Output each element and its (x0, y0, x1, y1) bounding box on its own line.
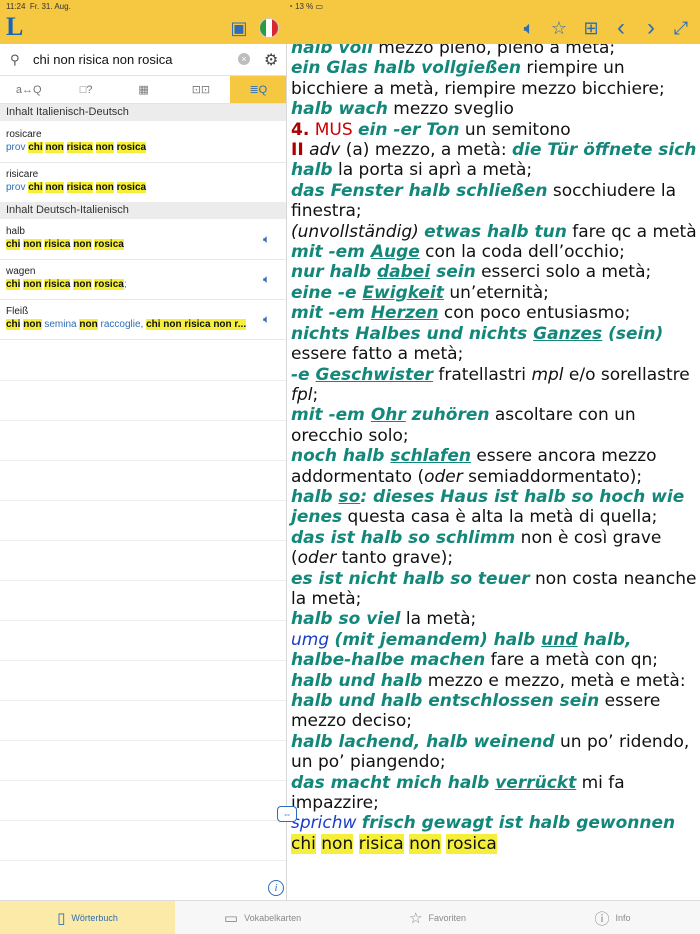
tab-bar: ▯ Wörterbuch ▭ Vokabelkarten ☆ Favoriten… (0, 900, 700, 934)
section-it-de: Inhalt Italienisch-Deutsch (0, 104, 286, 121)
tab-info[interactable]: ⓘ Info (525, 901, 700, 934)
result-phrase: prov chi non risica non rosica (6, 182, 147, 193)
expand-icon[interactable]: ⤢ (670, 17, 692, 39)
add-card-icon[interactable]: ⊞ (580, 17, 602, 39)
search-mode-bar: a↔Q □? ▦ ⊡⊡ ≣Q (0, 76, 286, 104)
tab-vokabelkarten[interactable]: ▭ Vokabelkarten (175, 901, 350, 934)
clear-search-icon[interactable]: × (238, 53, 250, 65)
result-item[interactable]: risicare prov chi non risica non rosica (0, 163, 286, 203)
result-phrase: chi non risica non rosica (6, 239, 124, 250)
mode-fulltext[interactable]: a↔Q (0, 76, 57, 103)
search-icon: ⚲ (10, 52, 20, 67)
top-toolbar: 11:24 Fr. 31. Aug. ◔ 13 % ▭ L ▣ 🔈︎ ☆ ⊞ ‹… (0, 0, 700, 44)
mode-quiz[interactable]: □? (57, 76, 114, 103)
speaker-icon[interactable]: 🔈︎ (263, 272, 270, 287)
result-item[interactable]: wagen chi non risica non rosica; 🔈︎ (0, 260, 286, 300)
app-logo[interactable]: L (6, 14, 28, 40)
divider (0, 420, 286, 421)
divider (0, 660, 286, 661)
result-phrase: chi non semina non raccoglie, chi non ri… (6, 319, 247, 330)
gear-icon[interactable]: ⚙ (264, 50, 278, 70)
status-time: 11:24 Fr. 31. Aug. (6, 2, 71, 11)
forward-icon[interactable]: › (640, 16, 662, 40)
info-icon: ⓘ (594, 910, 610, 928)
tab-label: Info (615, 913, 631, 923)
result-item[interactable]: halb chi non risica non rosica 🔈︎ (0, 220, 286, 260)
speaker-icon[interactable]: 🔈︎ (263, 312, 270, 327)
entry-pane: halb voll mezzo pieno, pieno a metà; ein … (288, 44, 700, 900)
divider (0, 580, 286, 581)
card-icon[interactable]: ▣ (228, 17, 250, 39)
divider (0, 380, 286, 381)
results-pane: ⚲ chi non risica non rosica × ⚙ a↔Q □? ▦… (0, 44, 287, 900)
result-headword: rosicare (6, 129, 42, 140)
result-headword: risicare (6, 169, 39, 180)
divider (0, 860, 286, 861)
back-icon[interactable]: ‹ (610, 16, 632, 40)
result-headword: halb (6, 226, 25, 237)
divider (0, 540, 286, 541)
divider (0, 780, 286, 781)
divider (0, 740, 286, 741)
search-bar: ⚲ chi non risica non rosica × ⚙ (0, 44, 286, 76)
cards-icon: ▭ (223, 910, 239, 927)
result-item[interactable]: rosicare prov chi non risica non rosica (0, 123, 286, 163)
tab-label: Vokabelkarten (244, 913, 302, 923)
mode-compare[interactable]: ⊡⊡ (172, 76, 229, 103)
info-icon[interactable]: i (268, 880, 284, 896)
speaker-icon[interactable]: 🔈︎ (263, 232, 270, 247)
book-icon: ▯ (57, 910, 66, 927)
star-icon: ☆ (409, 910, 423, 927)
search-input[interactable]: chi non risica non rosica (33, 52, 172, 67)
tab-label: Wörterbuch (71, 913, 118, 923)
section-de-it: Inhalt Deutsch-Italienisch (0, 202, 286, 219)
star-plus-icon[interactable]: ☆ (548, 17, 570, 39)
speaker-icon[interactable]: 🔈︎ (518, 17, 540, 39)
divider (0, 500, 286, 501)
dictionary-entry: halb voll mezzo pieno, pieno a metà; ein … (291, 44, 697, 854)
mode-grid[interactable]: ▦ (115, 76, 172, 103)
result-headword: wagen (6, 266, 36, 277)
divider (0, 460, 286, 461)
result-phrase: chi non risica non rosica; (6, 279, 127, 290)
divider (0, 620, 286, 621)
language-flag-icon[interactable] (259, 18, 279, 38)
tab-woerterbuch[interactable]: ▯ Wörterbuch (0, 901, 175, 934)
pane-toggle-icon[interactable]: ⇔ (277, 806, 297, 822)
tab-favoriten[interactable]: ☆ Favoriten (350, 901, 525, 934)
divider (0, 700, 286, 701)
status-bar: 11:24 Fr. 31. Aug. ◔ 13 % ▭ (0, 0, 700, 12)
mode-text-search[interactable]: ≣Q (229, 76, 286, 103)
divider (0, 820, 286, 821)
result-phrase: prov chi non risica non rosica (6, 142, 147, 153)
result-headword: Fleiß (6, 306, 29, 317)
result-item[interactable]: Fleiß chi non semina non raccoglie, chi … (0, 300, 286, 340)
tab-label: Favoriten (428, 913, 466, 923)
